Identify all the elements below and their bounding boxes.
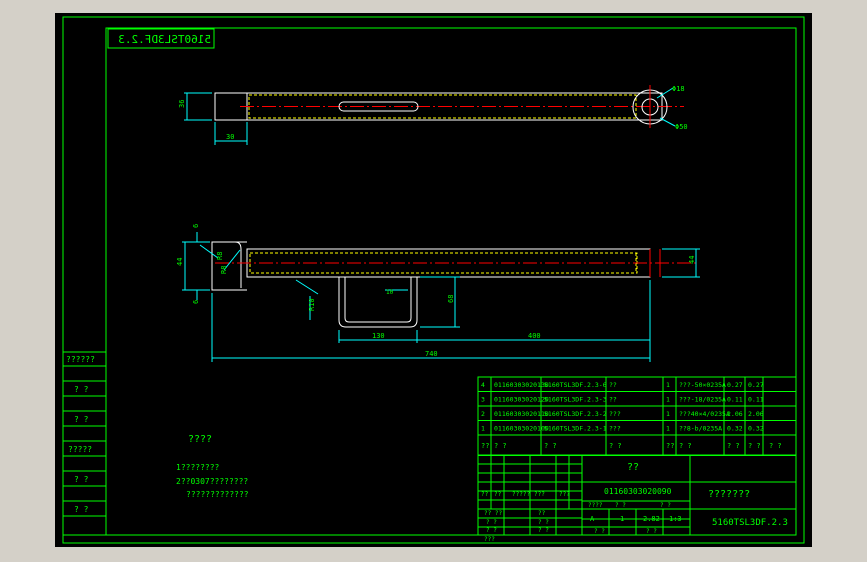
title-sign-0: ????? <box>512 491 530 498</box>
bom-cell-1-code: 01160303020100 <box>494 425 549 433</box>
bom-cell-1-no: 1 <box>481 425 485 433</box>
top-dim-height: 36 <box>178 100 186 108</box>
title-sign-1: ??? <box>534 491 545 498</box>
bom-cell-4-code: 01160303020130 <box>494 381 549 389</box>
bom-header-code: ? ? <box>494 442 507 450</box>
bom-cell-3-material: ???-18/0235A <box>679 396 726 404</box>
title-mid-label-2: ? ? <box>538 527 549 534</box>
title-sheet-label-0: ? ? <box>594 528 605 535</box>
bom-cell-1-name: 5160TSL3DF.2.3-1 <box>544 425 607 433</box>
bom-cell-2-desc: ??? <box>609 410 621 418</box>
bom-cell-1-qty: 1 <box>666 425 670 433</box>
bom-cell-3-code: 01160303020120 <box>494 396 549 404</box>
title-small-left-0: ?? <box>481 491 489 498</box>
top-dim-circle: Φ50 <box>675 123 688 131</box>
title-row-label-1: ? ? <box>486 519 497 526</box>
top-dim-end: 30 <box>226 133 234 141</box>
bom-cell-2-material: ???40×4/0235A <box>679 410 730 418</box>
bom-cell-3-name: 5160TSL3DF.2.3-3 <box>544 396 607 404</box>
front-dim-total-height: 44 <box>176 258 184 266</box>
front-dim-r2: R8 <box>220 266 228 274</box>
front-dim-leg-height: 68 <box>447 295 455 303</box>
title-row-label-2: ? ? <box>486 527 497 534</box>
front-dim-leg-gap: 130 <box>372 332 385 340</box>
bom-cell-2-unit_w: 2.06 <box>727 410 743 418</box>
bom-cell-2-total_w: 2.06 <box>748 410 764 418</box>
title-small-left-1: ?? <box>494 491 502 498</box>
bom-cell-3-no: 3 <box>481 396 485 404</box>
bom-cell-4-unit_w: 0.27 <box>727 381 743 389</box>
title-unit: ?? <box>627 462 639 473</box>
left-label-2: ? ? <box>74 415 89 424</box>
title-sheet: 1:3 <box>669 515 682 523</box>
bom-header-desc: ? ? <box>609 442 622 450</box>
title-drawing-no: 5160TSL3DF.2.3 <box>712 518 788 528</box>
bom-cell-4-no: 4 <box>481 381 485 389</box>
title-row-label-0: ?? ?? <box>484 510 502 517</box>
bom-cell-3-total_w: 0.11 <box>748 396 764 404</box>
title-sign-2: ??? <box>559 491 570 498</box>
title-stage-label-0: ???? <box>588 502 603 509</box>
notes-line-1: 1???????? <box>176 463 220 472</box>
front-dim-t1: 6 <box>192 224 200 228</box>
bom-header-name: ? ? <box>544 442 557 450</box>
bom-cell-2-no: 2 <box>481 410 485 418</box>
title-sheet-label-1: ? ? <box>646 528 657 535</box>
bom-cell-2-code: 01160303020110 <box>494 410 549 418</box>
cad-viewport: 5160TSL3DF.2.3 36 30 Φ18 Φ50 44 6 6 R8 R… <box>55 13 812 547</box>
bom-cell-4-material: ???-50×0235A <box>679 381 726 389</box>
bom-cell-1-material: ??8-b/0235A <box>679 425 722 433</box>
title-mid-label-1: ? ? <box>538 519 549 526</box>
title-mid-label-0: ?? <box>538 510 546 517</box>
front-dim-right: 44 <box>688 256 696 264</box>
title-row-label-3: ??? <box>484 536 495 543</box>
title-part-name: ??????? <box>708 489 750 500</box>
notes-heading: ???? <box>188 434 212 445</box>
front-dim-r1: R8 <box>216 252 224 260</box>
bom-cell-3-desc: ?? <box>609 396 617 404</box>
title-weight: 2.82 <box>643 515 660 523</box>
title-stage-label-2: ? ? <box>660 502 671 509</box>
mirrored-code-text: 5160TSL3DF.2.3 <box>118 33 211 46</box>
bom-cell-2-qty: 1 <box>666 410 670 418</box>
front-dim-r-bottom: R10 <box>308 298 316 311</box>
bom-cell-4-qty: 1 <box>666 381 670 389</box>
title-scale: 1 <box>620 515 624 523</box>
left-label-4: ? ? <box>74 475 89 484</box>
front-dim-overall: 740 <box>425 350 438 358</box>
bom-header-no: ?? <box>481 442 489 450</box>
front-dim-small: 10 <box>386 289 394 296</box>
bom-header-unit_w: ? ? <box>727 442 740 450</box>
bom-cell-3-unit_w: 0.11 <box>727 396 743 404</box>
title-part-code: 01160303020090 <box>604 487 672 496</box>
title-stage-label-1: ? ? <box>615 502 626 509</box>
top-dim-hole: Φ18 <box>672 85 685 93</box>
front-dim-t2: 6 <box>192 300 200 304</box>
left-label-5: ? ? <box>74 505 89 514</box>
bom-cell-4-desc: ?? <box>609 381 617 389</box>
bom-cell-4-name: 5160TSL3DF.2.3-6 <box>544 381 607 389</box>
bom-header-material: ? ? <box>679 442 692 450</box>
left-label-3: ????? <box>68 445 92 454</box>
bom-cell-1-unit_w: 0.32 <box>727 425 743 433</box>
bom-header-note: ? ? <box>769 442 782 450</box>
bom-cell-4-total_w: 0.27 <box>748 381 764 389</box>
bom-cell-3-qty: 1 <box>666 396 670 404</box>
bom-header-total_w: ? ? <box>748 442 761 450</box>
left-label-1: ? ? <box>74 385 89 394</box>
front-dim-right-span: 400 <box>528 332 541 340</box>
notes-line-3: ????????????? <box>186 490 249 499</box>
bom-cell-1-total_w: 0.32 <box>748 425 764 433</box>
bom-cell-1-desc: ??? <box>609 425 621 433</box>
left-label-0: ?????? <box>66 355 95 364</box>
bom-cell-2-name: 5160TSL3DF.2.3-2 <box>544 410 607 418</box>
notes-line-2: 2??0307???????? <box>176 477 248 486</box>
bom-header-qty: ?? <box>666 442 674 450</box>
